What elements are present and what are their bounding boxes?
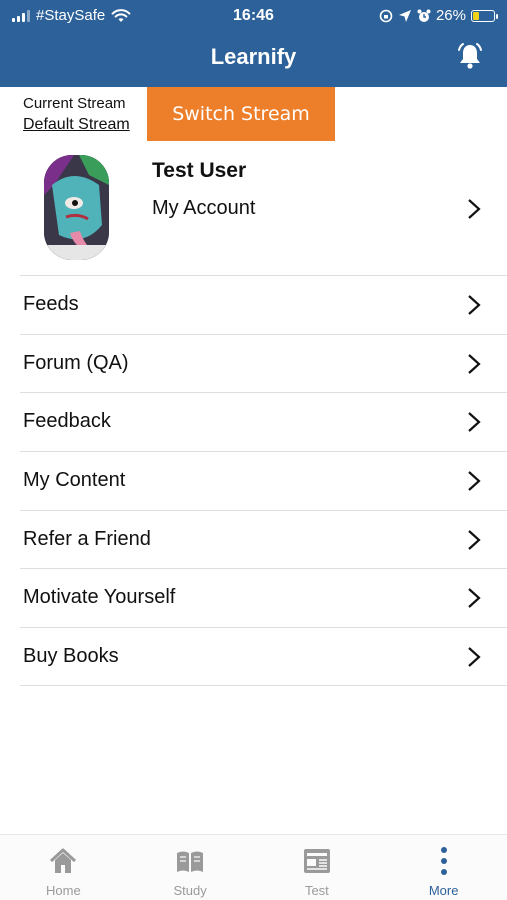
menu-item-motivate-yourself[interactable]: Motivate Yourself: [20, 568, 507, 627]
switch-stream-button[interactable]: Switch Stream: [147, 87, 335, 141]
chevron-right-icon: [468, 412, 481, 433]
chevron-right-icon: [468, 199, 481, 219]
menu-item-refer-friend[interactable]: Refer a Friend: [20, 509, 507, 569]
bell-icon[interactable]: [455, 42, 485, 70]
chevron-right-icon: [468, 588, 481, 609]
status-bar: #StaySafe 16:46 26%: [0, 0, 507, 34]
tab-label: Study: [173, 883, 207, 898]
tab-home[interactable]: Home: [0, 835, 127, 900]
bottom-tab-bar: Home Study Test More: [0, 834, 507, 900]
current-stream-label: Current Stream: [23, 95, 126, 112]
status-right: 26%: [379, 7, 498, 24]
tab-label: Test: [304, 883, 329, 898]
menu-item-feeds[interactable]: Feeds: [20, 275, 507, 334]
current-stream-value[interactable]: Default Stream: [23, 116, 130, 134]
chevron-right-icon: [468, 647, 481, 667]
user-name: Test User: [152, 159, 247, 182]
tab-test[interactable]: Test: [254, 835, 381, 900]
alarm-icon: [417, 9, 431, 22]
home-icon: [50, 848, 77, 873]
app-header: #StaySafe 16:46 26% Learnify: [0, 0, 507, 87]
tab-study[interactable]: Study: [127, 835, 254, 900]
tab-more[interactable]: More: [380, 835, 507, 900]
menu-item-label: Refer a Friend: [23, 527, 151, 550]
tab-label: Home: [46, 883, 81, 898]
chevron-right-icon: [468, 353, 481, 374]
account-row[interactable]: Test User My Account: [0, 141, 507, 275]
battery-percent: 26%: [435, 7, 466, 24]
menu-item-my-content[interactable]: My Content: [20, 451, 507, 510]
screen-lock-icon: [379, 9, 393, 22]
book-icon: [177, 851, 204, 872]
my-account-link[interactable]: My Account: [152, 197, 255, 220]
app-title: Learnify: [210, 44, 297, 69]
stream-section: Current Stream Default Stream Switch Str…: [0, 87, 507, 141]
battery-icon: [471, 9, 498, 22]
menu-item-label: Forum (QA): [23, 351, 129, 374]
menu-item-label: Feeds: [23, 293, 79, 315]
menu-item-feedback[interactable]: Feedback: [20, 392, 507, 451]
menu-list: Feeds Forum (QA) Feedback My Content Ref…: [0, 275, 507, 686]
more-vertical-icon: [440, 847, 447, 875]
location-arrow-icon: [398, 9, 411, 22]
menu-item-forum[interactable]: Forum (QA): [20, 333, 507, 393]
menu-item-label: Feedback: [23, 410, 111, 433]
chevron-right-icon: [468, 471, 481, 491]
chevron-right-icon: [468, 295, 481, 315]
menu-item-label: Buy Books: [23, 645, 119, 668]
chevron-right-icon: [468, 529, 481, 550]
menu-item-label: Motivate Yourself: [23, 586, 176, 609]
menu-item-buy-books[interactable]: Buy Books: [20, 627, 507, 686]
test-sheet-icon: [303, 849, 330, 873]
avatar-image: [44, 155, 109, 260]
avatar: [44, 155, 109, 260]
menu-item-label: My Content: [23, 469, 126, 492]
tab-label: More: [428, 883, 459, 898]
